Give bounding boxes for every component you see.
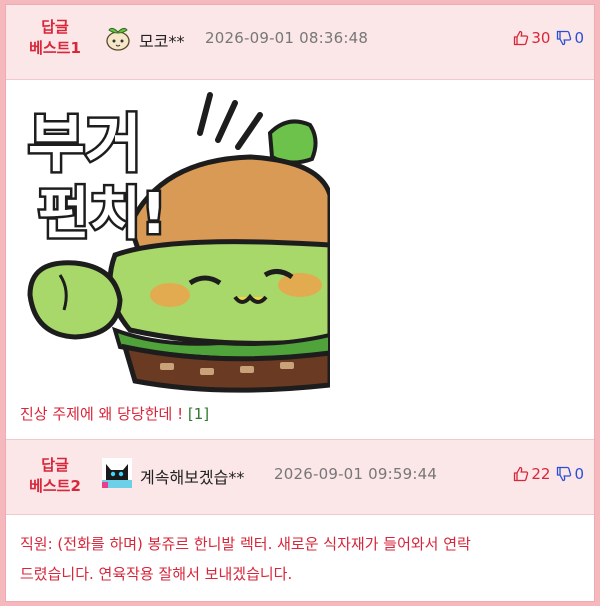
timestamp: 2026-09-01 08:36:48 — [205, 29, 369, 47]
vote-group: 22 0 — [513, 465, 584, 483]
nickname[interactable]: 계속해보겠습** — [140, 464, 244, 488]
sticker-text-line1: 부거 — [28, 107, 142, 180]
comment-body: 직원: (전화를 하며) 봉쥬르 한니발 렉터. 새로운 식자재가 들어와서 연… — [20, 529, 471, 589]
footnote-link[interactable]: [1] — [188, 405, 209, 423]
comment-header: 답글 베스트1 모코** 2026-09-01 08:36:48 30 0 — [6, 5, 594, 80]
burger-punch-sticker-icon: 부거 펀치! — [26, 92, 330, 393]
comment-text-line2: 드렸습니다. 연육작용 잘해서 보내겠습니다. — [20, 565, 293, 583]
timestamp: 2026-09-01 09:59:44 — [274, 465, 438, 483]
comment-header: 답글 베스트2 계속해보겠습** 2026-09-01 09:59:44 22 — [6, 439, 594, 515]
comment-text: 진상 주제에 왜 당당한데 ! — [20, 405, 188, 423]
upvote-button[interactable]: 22 — [513, 465, 550, 483]
avatar-sprout-icon — [106, 27, 130, 51]
vote-group: 30 0 — [513, 29, 584, 47]
downvote-count: 0 — [574, 29, 584, 47]
downvote-button[interactable]: 0 — [556, 465, 584, 483]
avatar[interactable] — [104, 24, 132, 52]
badge-line2: 베스트2 — [29, 477, 81, 495]
thumbs-up-icon — [514, 466, 529, 482]
avatar[interactable] — [102, 458, 132, 488]
best-reply-badge: 답글 베스트2 — [20, 455, 90, 497]
comment-body: 진상 주제에 왜 당당한데 ! [1] — [20, 401, 209, 427]
thumbs-down-icon — [557, 30, 572, 46]
upvote-count: 22 — [531, 465, 551, 483]
badge-line1: 답글 — [41, 456, 69, 474]
badge-line1: 답글 — [41, 18, 69, 36]
downvote-count: 0 — [574, 465, 584, 483]
best-reply-badge: 답글 베스트1 — [20, 17, 90, 59]
avatar-cat-icon — [102, 458, 132, 488]
downvote-button[interactable]: 0 — [556, 29, 584, 47]
sticker-image: 부거 펀치! — [20, 85, 330, 393]
thumbs-up-icon — [514, 30, 529, 46]
comment-list: 답글 베스트1 모코** 2026-09-01 08:36:48 30 0 부거… — [5, 4, 595, 602]
sticker-text-line2: 펀치! — [38, 182, 167, 247]
upvote-button[interactable]: 30 — [513, 29, 550, 47]
thumbs-down-icon — [557, 466, 572, 482]
nickname[interactable]: 모코** — [139, 28, 184, 52]
comment-text-line1: 직원: (전화를 하며) 봉쥬르 한니발 렉터. 새로운 식자재가 들어와서 연… — [20, 535, 471, 553]
upvote-count: 30 — [531, 29, 551, 47]
badge-line2: 베스트1 — [29, 39, 81, 57]
